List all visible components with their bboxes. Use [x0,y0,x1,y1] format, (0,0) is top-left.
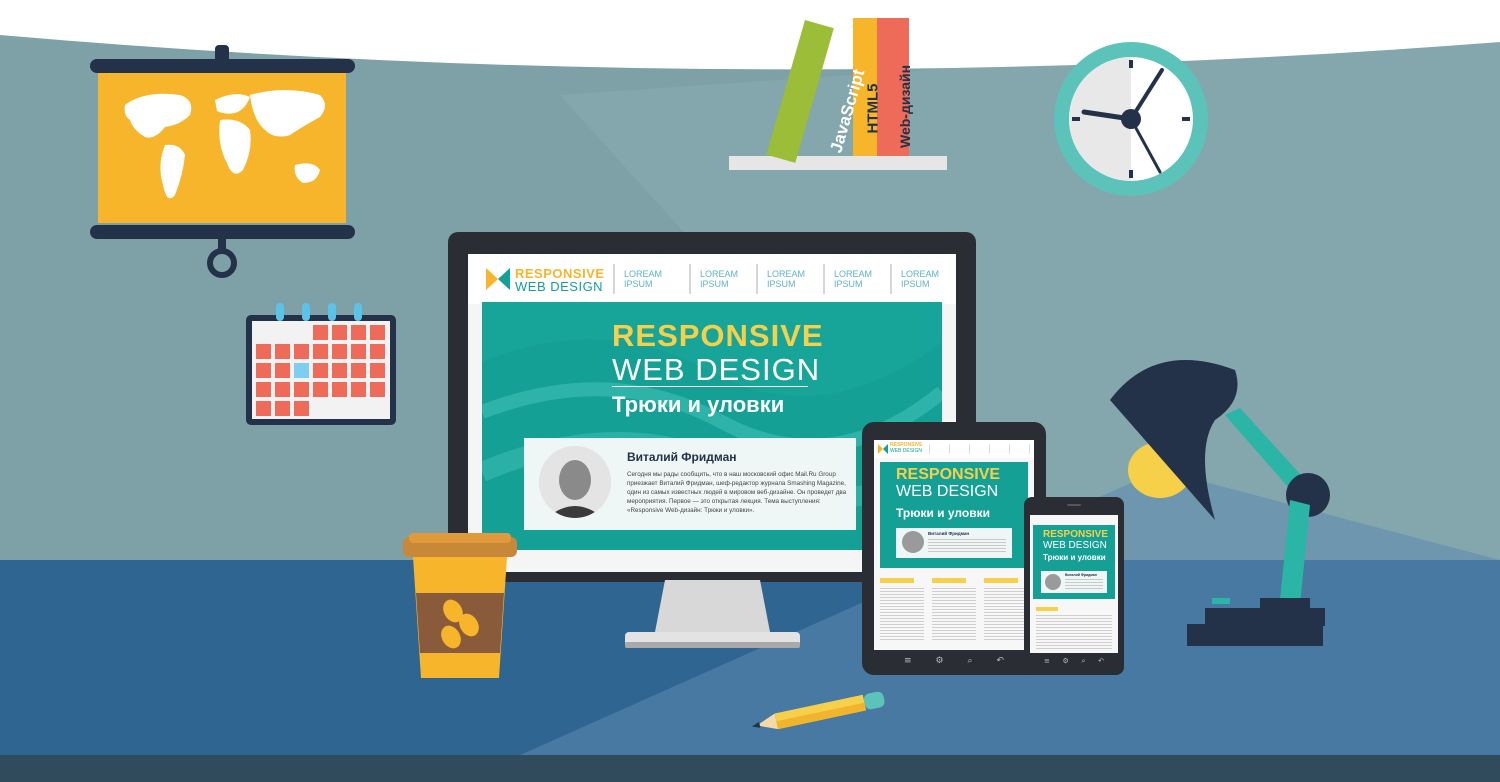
tablet-nav [929,444,1030,454]
hero-title-line1: RESPONSIVE [612,318,824,353]
tablet: RESPONSIVE WEB DESIGN RESPONSIVE WEB DES… [862,422,1046,675]
speaker-card: Виталий Фридман Сегодня мы рады сообщить… [524,438,856,530]
monitor-stand [625,580,800,648]
pencil-icon [751,691,885,730]
projector-screen [90,45,355,278]
logo-icon [486,268,510,290]
tablet-hero-subtitle: Трюки и уловки [896,506,990,520]
back-icon[interactable]: ↶ [1098,657,1104,669]
tablet-speaker-card: Виталий Фридман [896,528,1012,558]
settings-icon[interactable]: ⚙ [1063,657,1069,669]
nav-item[interactable]: LOREAM IPSUM [890,264,956,294]
tablet-nav-bar: ≡ ⚙ ⌕ ↶ [904,656,1004,670]
book-html5: HTML5 [864,83,882,134]
speaker-name: Виталий Фридман [627,450,737,464]
desk-lamp-icon [1110,360,1330,646]
nav-item[interactable]: LOREAM IPSUM [756,264,823,294]
tablet-screen: RESPONSIVE WEB DESIGN RESPONSIVE WEB DES… [874,440,1034,650]
phone: RESPONSIVE WEB DESIGN Трюки и уловки Вит… [1024,497,1124,675]
phone-screen: RESPONSIVE WEB DESIGN Трюки и уловки Вит… [1030,515,1118,653]
phone-speaker-avatar [1045,574,1061,590]
settings-icon[interactable]: ⚙ [935,656,943,670]
menu-icon[interactable]: ≡ [1044,657,1050,669]
calendar-icon [246,303,396,425]
site-logo-line2: WEB DESIGN [515,279,604,294]
floor-strip [0,755,1500,782]
search-icon[interactable]: ⌕ [1082,657,1086,669]
nav-item[interactable]: LOREAM IPSUM [689,264,756,294]
nav-item[interactable]: LOREAM IPSUM [613,264,689,294]
hero-divider [612,386,808,387]
phone-speaker-name: Виталий Фридман [1065,573,1097,577]
site-header: RESPONSIVE WEB DESIGN LOREAM IPSUM LOREA… [468,254,956,304]
search-icon[interactable]: ⌕ [967,656,972,670]
tablet-hero-line2: WEB DESIGN [896,483,999,500]
hero-title-line2: WEB DESIGN [612,352,821,387]
tablet-hero: RESPONSIVE WEB DESIGN Трюки и уловки Вит… [880,462,1028,568]
phone-hero-line1: RESPONSIVE [1043,529,1109,540]
phone-hero-line2: WEB DESIGN [1043,540,1107,551]
site-nav: LOREAM IPSUM LOREAM IPSUM LOREAM IPSUM L… [613,264,956,294]
tablet-header: RESPONSIVE WEB DESIGN [874,440,1034,458]
hero-subtitle: Трюки и уловки [612,392,785,417]
tablet-speaker-avatar [902,531,924,553]
tablet-speaker-name: Виталий Фридман [928,531,970,536]
phone-nav-bar: ≡ ⚙ ⌕ ↶ [1044,657,1104,669]
tablet-logo-line2: WEB DESIGN [890,448,922,454]
tablet-hero-line1: RESPONSIVE [896,466,1001,483]
coffee-cup-icon [403,533,517,678]
book-web-design: Web-дизайн [897,64,913,148]
phone-speaker-text [1065,579,1103,589]
phone-body-text [1036,615,1112,649]
phone-hero-subtitle: Трюки и уловки [1043,553,1106,562]
clock-icon [1054,42,1208,196]
bookshelf: JavaScript HTML5 Web-дизайн [725,10,950,175]
nav-item[interactable]: LOREAM IPSUM [823,264,890,294]
phone-section-tag [1036,607,1058,611]
speaker-avatar [539,446,611,518]
tablet-speaker-text [928,539,1006,553]
tablet-columns [880,576,1028,646]
phone-speaker-card: Виталий Фридман [1041,571,1107,593]
menu-icon[interactable]: ≡ [904,656,912,670]
phone-hero: RESPONSIVE WEB DESIGN Трюки и уловки Вит… [1033,525,1115,599]
back-icon[interactable]: ↶ [996,656,1004,670]
speaker-bio: Сегодня мы рады сообщить, что в наш моск… [627,471,847,514]
